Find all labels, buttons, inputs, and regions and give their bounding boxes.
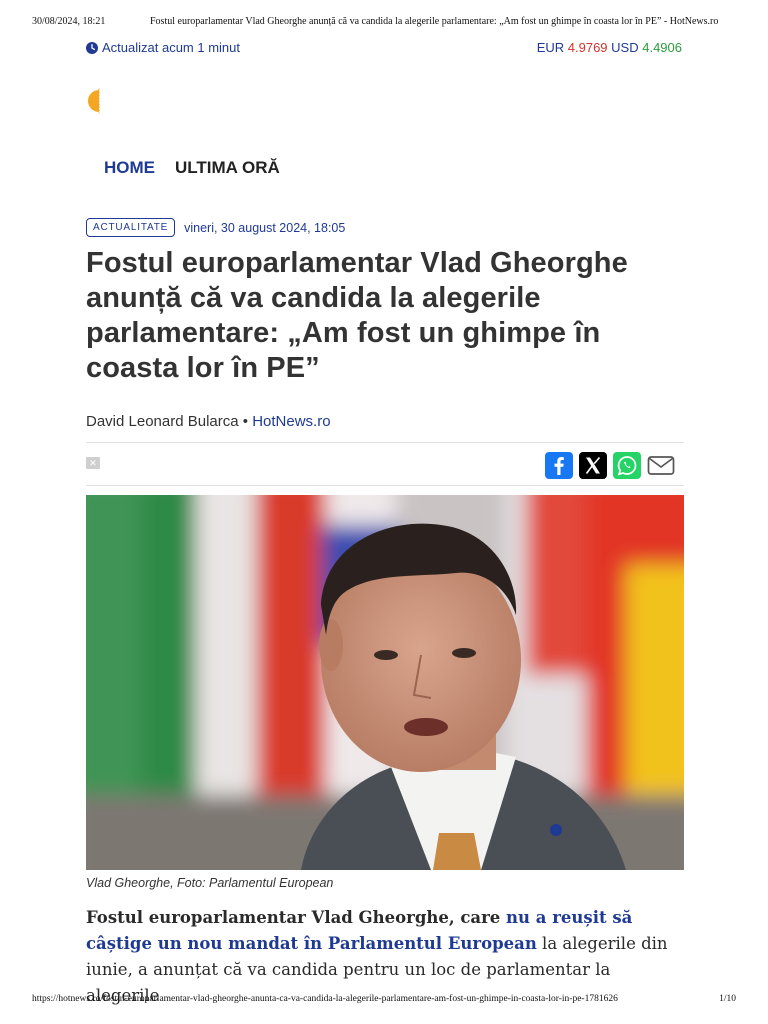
article-meta: ACTUALITATE vineri, 30 august 2024, 18:0… xyxy=(86,218,345,237)
eur-label: EUR xyxy=(536,40,565,55)
divider-bottom xyxy=(86,485,684,486)
nav-home[interactable]: HOME xyxy=(104,158,155,178)
share-email-button[interactable] xyxy=(647,452,675,479)
publish-date: vineri, 30 august 2024, 18:05 xyxy=(184,220,346,235)
exchange-rates: EUR 4.9769 USD 4.4906 xyxy=(537,40,682,55)
whatsapp-icon xyxy=(617,456,637,476)
x-icon xyxy=(585,456,601,474)
share-x-button[interactable] xyxy=(579,452,607,479)
category-badge[interactable]: ACTUALITATE xyxy=(86,218,176,237)
last-updated-text: Actualizat acum 1 minut xyxy=(102,40,241,55)
print-page-number: 1/10 xyxy=(719,994,736,1004)
email-icon xyxy=(647,456,675,475)
site-logo[interactable] xyxy=(86,88,100,114)
divider-top xyxy=(86,442,684,443)
nav-latest-news[interactable]: ULTIMA ORĂ xyxy=(175,158,280,178)
usd-label: USD xyxy=(611,40,639,55)
byline: David Leonard Bularca • HotNews.ro xyxy=(86,413,331,430)
author-name[interactable]: David Leonard Bularca xyxy=(86,413,239,430)
print-footer: https://hotnews.ro/fostul-europarlamenta… xyxy=(32,994,736,1008)
usd-value: 4.4906 xyxy=(642,40,682,55)
article-headline: Fostul europarlamentar Vlad Gheorghe anu… xyxy=(86,247,628,384)
top-bar: Actualizat acum 1 minut EUR 4.9769 USD 4… xyxy=(86,40,682,58)
clock-icon xyxy=(86,41,98,54)
article-photo xyxy=(86,495,684,870)
facebook-icon xyxy=(554,457,564,475)
print-url: https://hotnews.ro/fostul-europarlamenta… xyxy=(32,994,618,1004)
print-document-title: Fostul europarlamentar Vlad Gheorghe anu… xyxy=(150,16,719,27)
eur-value: 4.9769 xyxy=(567,40,608,55)
close-icon[interactable]: ✕ xyxy=(86,457,100,469)
lead-text-1: Fostul europarlamentar Vlad Gheorghe, ca… xyxy=(86,908,507,927)
byline-separator: • xyxy=(242,413,249,430)
print-datetime: 30/08/2024, 18:21 xyxy=(32,16,106,27)
share-buttons xyxy=(545,452,675,479)
share-facebook-button[interactable] xyxy=(545,452,573,479)
print-header: 30/08/2024, 18:21 Fostul europarlamentar… xyxy=(32,16,736,30)
source-link[interactable]: HotNews.ro xyxy=(252,413,330,430)
main-nav: HOME ULTIMA ORĂ xyxy=(104,158,280,178)
photo-caption: Vlad Gheorghe, Foto: Parlamentul Europea… xyxy=(86,876,334,890)
share-whatsapp-button[interactable] xyxy=(613,452,641,479)
portrait-photo xyxy=(86,495,684,870)
last-updated: Actualizat acum 1 minut xyxy=(86,40,240,55)
